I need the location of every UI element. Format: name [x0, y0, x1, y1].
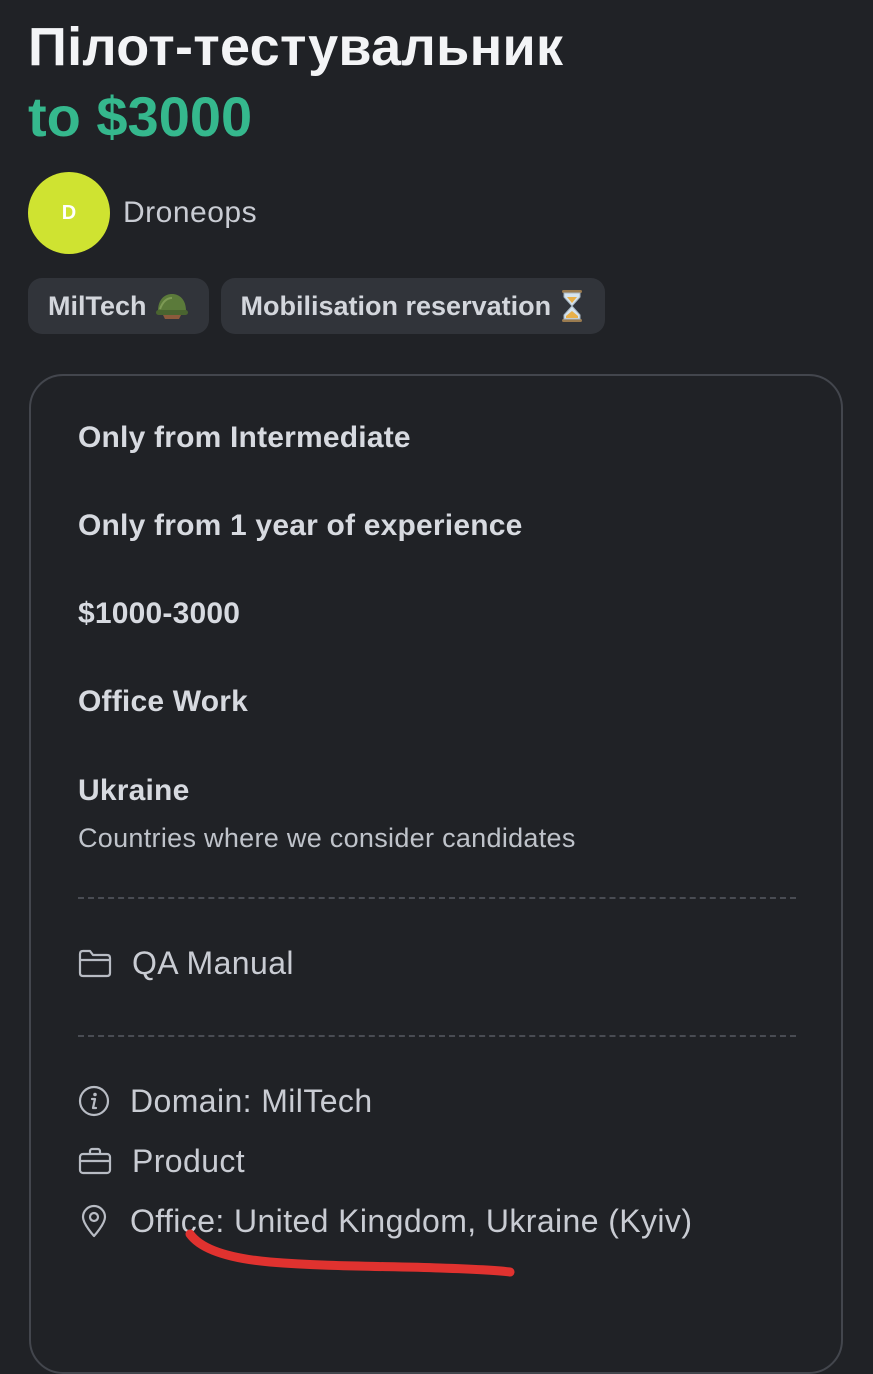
- category-row[interactable]: QA Manual: [78, 943, 294, 983]
- company-name[interactable]: Droneops: [123, 196, 257, 230]
- job-salary: to $3000: [28, 85, 253, 148]
- divider: [78, 897, 796, 899]
- domain-label: Domain: MilTech: [130, 1082, 373, 1119]
- salary-range: $1000-3000: [78, 597, 241, 630]
- info-icon: [78, 1085, 110, 1117]
- candidate-country: Ukraine: [78, 774, 190, 807]
- company-type-row: Product: [78, 1141, 245, 1181]
- tag-miltech[interactable]: MilTech: [28, 278, 209, 334]
- tag-list: MilTech Mobilisation reservation: [28, 278, 606, 334]
- category-label[interactable]: QA Manual: [132, 945, 294, 982]
- red-underline-annotation: [185, 1229, 515, 1277]
- experience-requirement: Only from 1 year of experience: [78, 509, 523, 542]
- job-title: Пілот-тестувальник: [28, 17, 564, 77]
- candidate-country-note: Countries where we consider candidates: [78, 823, 576, 853]
- company-type-label: Product: [132, 1142, 246, 1179]
- location-pin-icon: [78, 1204, 110, 1238]
- domain-row: Domain: MilTech: [78, 1081, 373, 1121]
- company-avatar[interactable]: D: [28, 172, 110, 254]
- hourglass-icon: [559, 289, 585, 323]
- folder-icon: [78, 948, 112, 978]
- tag-mobilisation[interactable]: Mobilisation reservation: [220, 278, 606, 334]
- tag-label: MilTech: [48, 290, 147, 321]
- work-format: Office Work: [78, 685, 249, 718]
- company[interactable]: D Droneops: [28, 172, 257, 254]
- tag-label: Mobilisation reservation: [240, 290, 552, 321]
- divider: [78, 1035, 796, 1037]
- english-level: Only from Intermediate: [78, 421, 411, 454]
- helmet-icon: [155, 291, 189, 321]
- briefcase-icon: [78, 1146, 112, 1176]
